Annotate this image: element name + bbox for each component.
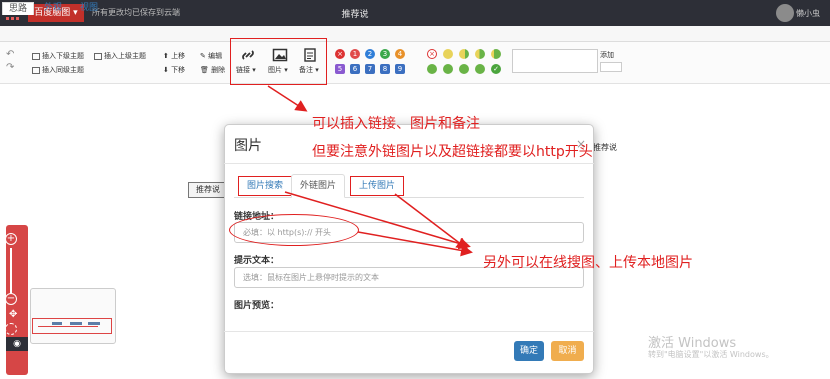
arrow-from-search-tab <box>284 191 471 250</box>
annotation-text-1: 可以插入链接、图片和备注 <box>312 116 480 132</box>
annotation-text-3: 另外可以在线搜图、上传本地图片 <box>483 255 693 271</box>
annotation-arrows <box>267 85 473 257</box>
annotation-text-2: 但要注意外链图片以及超链接都要以http开头 <box>312 144 593 160</box>
arrow-to-annotation-1 <box>267 85 308 112</box>
